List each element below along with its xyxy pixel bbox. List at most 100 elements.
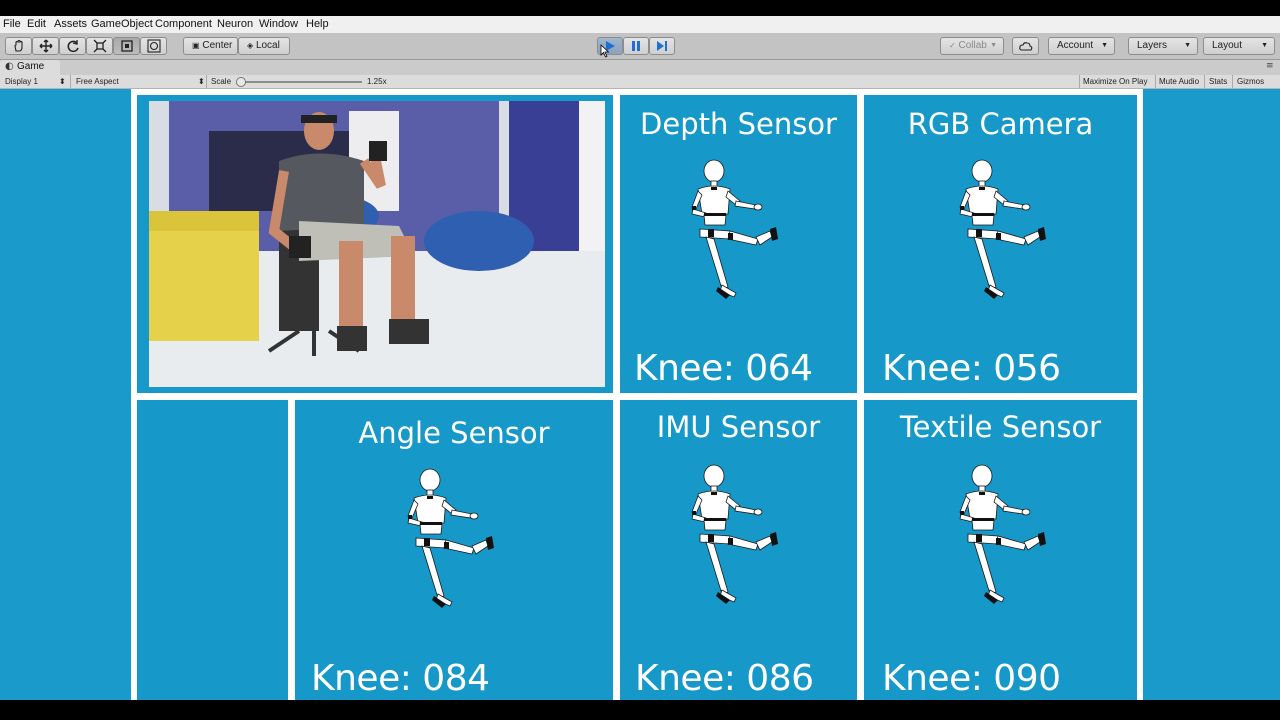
panel-title: IMU Sensor — [656, 410, 821, 444]
game-tab-header: ◐ Game ≡ — [0, 60, 1280, 75]
account-dropdown[interactable]: Account ▼ — [1048, 37, 1115, 55]
panel-title: RGB Camera — [907, 107, 1094, 141]
textile-sensor-panel: Textile Sensor Knee: 090 — [864, 400, 1137, 701]
sensor-panel-grid: Depth Sensor Knee: 064 RGB Camera Knee: … — [131, 89, 1143, 701]
scale-label: Scale — [211, 77, 232, 86]
layout-label: Layout — [1212, 40, 1243, 51]
camera-video-feed — [149, 101, 605, 387]
chevron-down-icon: ▼ — [990, 42, 997, 49]
panel-title: Depth Sensor — [640, 107, 837, 141]
pause-button[interactable] — [623, 37, 649, 55]
avatar-figure — [946, 464, 1066, 614]
mannequin-avatar-icon — [959, 464, 1046, 604]
knee-angle-readout: Knee: 084 — [311, 658, 490, 699]
step-button[interactable] — [649, 37, 675, 55]
menu-help[interactable]: Help — [306, 16, 329, 33]
knee-angle-readout: Knee: 090 — [882, 658, 1061, 699]
menu-component[interactable]: Component — [155, 16, 212, 33]
video-feed-panel — [137, 95, 613, 393]
game-view-toolbar: Display 1 ⬍ Free Aspect ⬍ Scale 1.25x Ma… — [0, 75, 1280, 89]
cloud-icon — [1018, 42, 1032, 51]
game-tab-icon: ◐ — [5, 61, 14, 72]
cloud-button[interactable] — [1012, 37, 1039, 55]
mute-audio-toggle[interactable]: Mute Audio — [1159, 75, 1199, 88]
divider — [1079, 75, 1080, 88]
mannequin-avatar-icon — [959, 159, 1046, 299]
game-tab[interactable]: ◐ Game — [0, 60, 60, 75]
tab-menu-icon[interactable]: ≡ — [1266, 61, 1274, 71]
transform-tool-button[interactable] — [140, 37, 167, 55]
account-label: Account — [1057, 40, 1094, 51]
collab-check-icon: ✓ — [949, 41, 956, 50]
game-tab-label: Game — [17, 61, 45, 72]
scale-icon — [93, 39, 106, 53]
pivot-label: Center — [202, 40, 233, 51]
chevron-updown-icon: ⬍ — [59, 77, 66, 86]
divider — [1155, 75, 1156, 88]
divider — [70, 75, 71, 88]
scale-value: 1.25x — [367, 77, 387, 86]
avatar-figure — [678, 159, 798, 309]
chevron-down-icon: ▼ — [1101, 42, 1108, 49]
hand-icon — [13, 39, 23, 52]
divider — [206, 75, 207, 88]
menu-window[interactable]: Window — [259, 16, 298, 33]
panel-title: Textile Sensor — [899, 410, 1102, 444]
rotate-icon — [67, 40, 79, 53]
scale-slider-handle[interactable] — [236, 77, 246, 87]
display-dropdown[interactable]: Display 1 — [5, 75, 38, 88]
chevron-updown-icon: ⬍ — [198, 77, 205, 86]
maximize-on-play-toggle[interactable]: Maximize On Play — [1083, 75, 1147, 88]
pivot-icon: ▣ — [192, 41, 200, 50]
mannequin-avatar-icon — [691, 464, 778, 604]
menu-neuron[interactable]: Neuron — [217, 16, 253, 33]
menu-file[interactable]: File — [3, 16, 21, 33]
menu-bar: File Edit Assets GameObject Component Ne… — [0, 16, 1280, 33]
scale-slider-track[interactable] — [238, 81, 362, 83]
collab-dropdown[interactable]: ✓ Collab ▼ — [940, 37, 1004, 55]
avatar-figure — [394, 468, 514, 618]
mouse-cursor-icon — [600, 44, 610, 58]
gizmos-dropdown[interactable]: Gizmos — [1237, 75, 1264, 88]
collab-label: Collab — [958, 40, 987, 51]
avatar-figure — [946, 159, 1066, 309]
layers-label: Layers — [1137, 40, 1168, 51]
pause-icon — [632, 41, 640, 51]
space-label: Local — [255, 40, 280, 51]
knee-angle-readout: Knee: 086 — [635, 658, 814, 699]
panel-title: Angle Sensor — [358, 416, 550, 450]
layout-dropdown[interactable]: Layout ▼ — [1203, 37, 1275, 55]
layers-dropdown[interactable]: Layers ▼ — [1128, 37, 1198, 55]
chevron-down-icon: ▼ — [1184, 42, 1191, 49]
stats-toggle[interactable]: Stats — [1209, 75, 1227, 88]
main-toolbar: ▣ Center ◈ Local ✓ Collab ▼ Account ▼ La… — [0, 33, 1280, 60]
divider — [1232, 75, 1233, 88]
angle-sensor-panel: Angle Sensor Knee: 084 — [295, 400, 613, 701]
scale-tool-button[interactable] — [86, 37, 113, 55]
rgb-camera-panel: RGB Camera Knee: 056 — [864, 95, 1137, 393]
move-arrows-icon — [39, 39, 52, 53]
rect-tool-button[interactable] — [113, 37, 140, 55]
move-tool-button[interactable] — [32, 37, 59, 55]
chevron-down-icon: ▼ — [1261, 42, 1268, 49]
aspect-dropdown[interactable]: Free Aspect — [76, 75, 119, 88]
imu-sensor-panel: IMU Sensor Knee: 086 — [620, 400, 857, 701]
letterbox-bottom — [0, 700, 1280, 720]
rect-tool-icon — [120, 40, 133, 52]
menu-assets[interactable]: Assets — [54, 16, 87, 33]
local-space-icon: ◈ — [247, 41, 254, 50]
menu-edit[interactable]: Edit — [27, 16, 46, 33]
mannequin-avatar-icon — [407, 468, 494, 608]
mannequin-avatar-icon — [691, 159, 778, 299]
knee-angle-readout: Knee: 064 — [634, 348, 813, 389]
divider — [1204, 75, 1205, 88]
space-local-toggle[interactable]: ◈ Local — [238, 37, 290, 55]
rotate-tool-button[interactable] — [59, 37, 86, 55]
empty-panel — [137, 400, 288, 701]
menu-gameobject[interactable]: GameObject — [91, 16, 153, 33]
pivot-center-toggle[interactable]: ▣ Center — [183, 37, 238, 55]
hand-tool-button[interactable] — [5, 37, 32, 55]
step-icon — [657, 41, 667, 51]
knee-angle-readout: Knee: 056 — [882, 348, 1061, 389]
transform-icon — [146, 39, 161, 53]
